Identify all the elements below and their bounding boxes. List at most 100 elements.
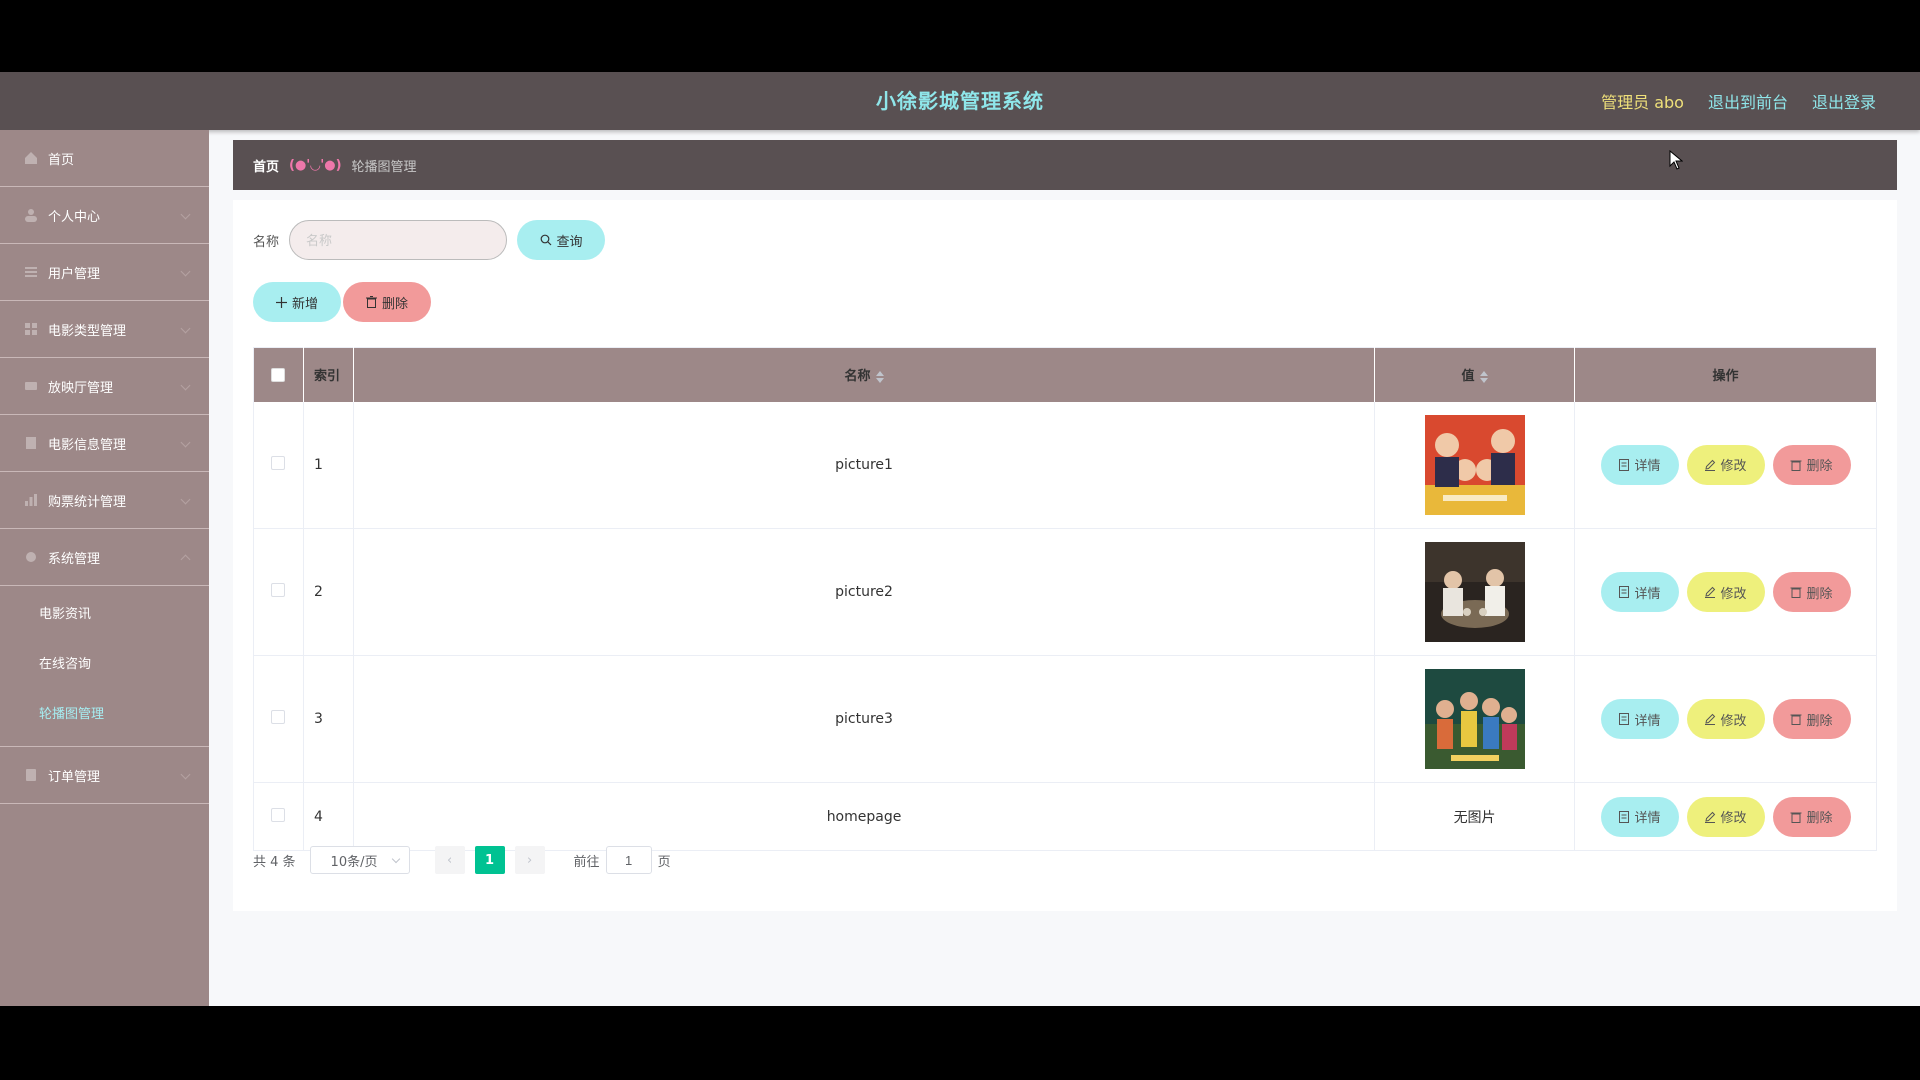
row-name: homepage — [353, 782, 1376, 851]
sidebar-item-film-info[interactable]: 电影信息管理 — [0, 415, 209, 472]
row-index: 1 — [303, 401, 354, 529]
table-header-row: 索引 名称 值 操作 — [253, 347, 1877, 402]
row-value-cell — [1374, 401, 1576, 529]
edit-button[interactable]: 修改 — [1686, 796, 1765, 837]
app-viewport: 小徐影城管理系统 管理员 abo 退出到前台 退出登录 首页 个人中心 用户管理… — [0, 72, 1920, 1006]
goto-suffix: 页 — [657, 854, 671, 870]
goto-page-input[interactable] — [605, 846, 652, 874]
edit-button[interactable]: 修改 — [1686, 444, 1765, 485]
system-icon — [24, 550, 38, 564]
row-delete-button[interactable]: 删除 — [1772, 444, 1851, 485]
row-checkbox[interactable] — [271, 455, 286, 470]
sidebar-item-label: 订单管理 — [48, 769, 101, 785]
sort-caret-icon[interactable] — [875, 370, 884, 383]
next-page-button[interactable]: › — [514, 846, 545, 874]
logout-link[interactable]: 退出登录 — [1812, 89, 1876, 113]
plus-icon — [275, 296, 287, 308]
sidebar-item-label: 首页 — [48, 152, 75, 168]
chevron-down-icon — [180, 380, 191, 391]
page-size-select[interactable]: 10条/页 — [309, 846, 410, 874]
batch-delete-button[interactable]: 删除 — [343, 282, 431, 322]
prev-page-button[interactable]: ‹ — [434, 846, 465, 874]
query-button[interactable]: 查询 — [517, 220, 606, 260]
header-name[interactable]: 名称 — [353, 347, 1376, 402]
search-row: 名称 查询 — [253, 220, 606, 260]
sidebar-item-ticket-stats[interactable]: 购票统计管理 — [0, 472, 209, 529]
row-ops-cell: 详情 修改 删除 — [1574, 655, 1877, 783]
table-row: 3 picture3 详情 修改 删除 — [253, 655, 1877, 783]
row-index: 4 — [303, 782, 354, 851]
pagination: 共 4 条 10条/页 ‹ 1 › 前往 页 — [253, 846, 671, 874]
sidebar-item-system[interactable]: 系统管理 — [0, 529, 209, 586]
sidebar-item-label: 个人中心 — [48, 209, 101, 225]
batch-delete-label: 删除 — [381, 295, 408, 311]
row-delete-label: 删除 — [1806, 458, 1833, 474]
row-ops-cell: 详情 修改 删除 — [1574, 401, 1877, 529]
row-name: picture2 — [353, 528, 1376, 656]
row-checkbox-cell — [253, 401, 304, 529]
row-ops-cell: 详情 修改 删除 — [1574, 782, 1877, 851]
chevron-down-icon — [180, 209, 191, 220]
edit-button[interactable]: 修改 — [1686, 699, 1765, 739]
add-button[interactable]: 新增 — [253, 282, 341, 322]
pencil-icon — [1705, 713, 1716, 725]
sidebar: 首页 个人中心 用户管理 电影类型管理 放映厅管理 电影信息管理 购票统计管理 … — [0, 130, 209, 1006]
detail-label: 详情 — [1634, 458, 1661, 474]
detail-button[interactable]: 详情 — [1600, 699, 1679, 739]
chevron-up-icon — [180, 554, 191, 565]
breadcrumb-home[interactable]: 首页 — [253, 156, 279, 175]
sidebar-item-label: 购票统计管理 — [48, 494, 127, 510]
row-delete-button[interactable]: 删除 — [1772, 699, 1851, 739]
row-delete-label: 删除 — [1806, 810, 1833, 825]
row-checkbox[interactable] — [271, 583, 286, 597]
carousel-thumbnail-image[interactable] — [1424, 414, 1525, 515]
film-type-icon — [24, 322, 38, 336]
carousel-thumbnail-image[interactable] — [1424, 542, 1525, 642]
trash-icon — [1790, 812, 1802, 823]
sidebar-item-profile[interactable]: 个人中心 — [0, 187, 209, 244]
sidebar-item-home[interactable]: 首页 — [0, 130, 209, 187]
header-select-all[interactable] — [253, 347, 304, 402]
exit-to-front-link[interactable]: 退出到前台 — [1708, 89, 1788, 113]
chevron-left-icon: ‹ — [446, 852, 453, 868]
header-name-label: 名称 — [844, 369, 871, 385]
sidebar-item-film-types[interactable]: 电影类型管理 — [0, 301, 209, 358]
top-bar: 小徐影城管理系统 管理员 abo 退出到前台 退出登录 — [0, 72, 1920, 130]
sort-caret-icon[interactable] — [1479, 370, 1488, 383]
detail-button[interactable]: 详情 — [1600, 796, 1679, 837]
row-checkbox[interactable] — [271, 807, 286, 822]
row-checkbox[interactable] — [271, 710, 286, 724]
header-value[interactable]: 值 — [1374, 347, 1576, 402]
sidebar-sub-carousel[interactable]: 轮播图管理 — [0, 690, 209, 740]
row-delete-button[interactable]: 删除 — [1772, 572, 1851, 612]
mouse-cursor-icon — [1669, 150, 1683, 170]
sidebar-item-halls[interactable]: 放映厅管理 — [0, 358, 209, 415]
sidebar-item-orders[interactable]: 订单管理 — [0, 747, 209, 804]
page-number-button[interactable]: 1 — [474, 846, 505, 874]
goto-page: 前往 页 — [574, 846, 671, 874]
detail-label: 详情 — [1634, 712, 1661, 728]
order-icon — [24, 768, 38, 782]
sidebar-item-users[interactable]: 用户管理 — [0, 244, 209, 301]
chevron-down-icon — [180, 323, 191, 334]
edit-label: 修改 — [1720, 810, 1747, 825]
chevron-down-icon — [180, 437, 191, 448]
carousel-table: 索引 名称 值 操作 1 picture1 详情 修改 删除 2 picture… — [253, 347, 1877, 851]
select-all-checkbox[interactable] — [271, 367, 286, 382]
edit-button[interactable]: 修改 — [1686, 572, 1765, 612]
detail-button[interactable]: 详情 — [1600, 444, 1679, 485]
row-checkbox-cell — [253, 655, 304, 783]
detail-button[interactable]: 详情 — [1600, 572, 1679, 612]
search-input[interactable] — [289, 220, 508, 260]
sidebar-sub-online-consult[interactable]: 在线咨询 — [0, 640, 209, 690]
document-icon — [1619, 586, 1630, 598]
document-icon — [1619, 458, 1630, 471]
row-index: 2 — [303, 528, 354, 656]
breadcrumb: 首页 (●'◡'●) 轮播图管理 — [233, 140, 1897, 190]
trash-icon — [1790, 460, 1802, 471]
row-delete-button[interactable]: 删除 — [1772, 796, 1851, 837]
pencil-icon — [1705, 459, 1716, 471]
sidebar-sub-film-news[interactable]: 电影资讯 — [0, 590, 209, 640]
carousel-thumbnail-image[interactable] — [1424, 669, 1525, 769]
row-value-text: 无图片 — [1374, 782, 1576, 851]
